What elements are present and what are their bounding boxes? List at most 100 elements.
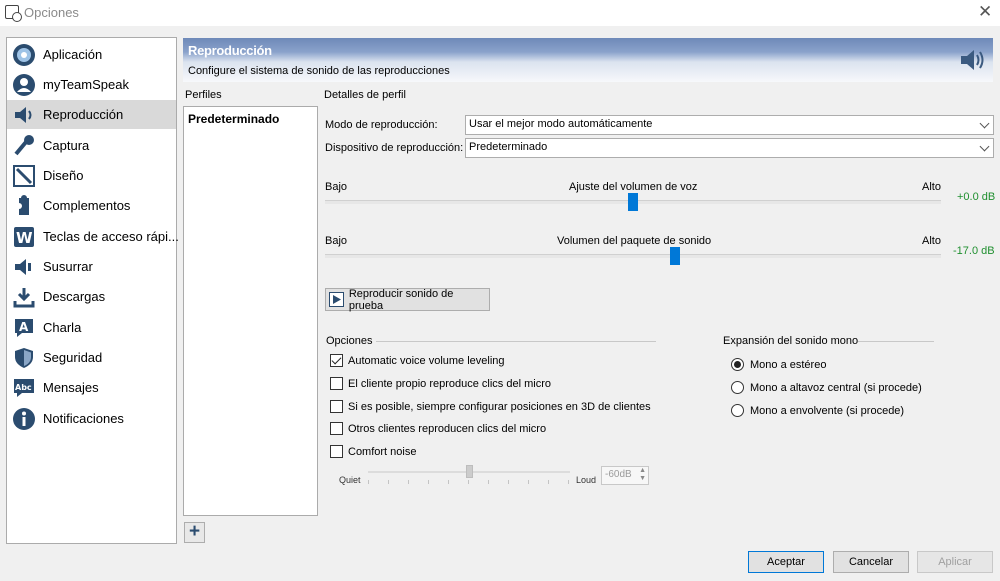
sidebar-item-label: Susurrar: [43, 259, 93, 274]
window-title: Opciones: [24, 5, 79, 20]
comfort-noise-spinbox[interactable]: -60dB ▲ ▼: [601, 466, 649, 485]
speaker-icon: [12, 103, 36, 127]
svg-text:W: W: [16, 229, 33, 247]
playback-device-select[interactable]: Predeterminado: [465, 138, 994, 158]
slider-tick: [488, 480, 489, 484]
mono-to-center-option[interactable]: Mono a altavoz central (si procede): [731, 381, 922, 394]
options-separator: [376, 341, 656, 342]
mono-to-stereo-option[interactable]: Mono a estéreo: [731, 358, 826, 371]
sidebar-item-label: Reproducción: [43, 107, 124, 122]
title-bar: Opciones ✕: [0, 0, 1000, 26]
sidebar-item-label: Captura: [43, 138, 90, 153]
speaker-icon: [961, 50, 984, 70]
sound-pack-volume-slider-handle[interactable]: [670, 247, 681, 265]
page-header: Reproducción Configure el sistema de son…: [183, 38, 993, 82]
shield-icon: [12, 346, 36, 370]
sound-pack-volume-slider[interactable]: [325, 254, 941, 258]
design-icon: [12, 164, 36, 188]
spinner-arrows-icon[interactable]: ▲ ▼: [639, 467, 646, 483]
playback-mode-select[interactable]: Usar el mejor modo automáticamente: [465, 115, 994, 135]
add-profile-button[interactable]: +: [184, 522, 205, 543]
playback-mode-label: Modo de reproducción:: [325, 119, 438, 131]
sidebar-item-complementos[interactable]: Complementos: [7, 191, 176, 220]
sidebar-item-reproduccion[interactable]: Reproducción: [7, 100, 176, 129]
checkbox[interactable]: [330, 354, 343, 367]
checkbox[interactable]: [330, 400, 343, 413]
sidebar-item-diseno[interactable]: Diseño: [7, 161, 176, 190]
option-3d-positions[interactable]: Si es posible, siempre configurar posici…: [330, 400, 651, 413]
checkbox[interactable]: [330, 445, 343, 458]
sidebar-item-label: Notificaciones: [43, 411, 124, 426]
noise-loud-label: Loud: [576, 475, 597, 485]
sidebar-item-seguridad[interactable]: Seguridad: [7, 343, 176, 372]
sidebar-item-captura[interactable]: Captura: [7, 131, 176, 160]
sidebar-item-aplicacion[interactable]: Aplicación: [7, 40, 176, 69]
sidebar-item-label: Complementos: [43, 198, 131, 213]
sidebar-item-charla[interactable]: A Charla: [7, 313, 176, 342]
chevron-down-icon: [979, 141, 990, 152]
sidebar-item-myteamspeak[interactable]: myTeamSpeak: [7, 70, 176, 99]
option-label: Comfort noise: [348, 445, 417, 458]
slider-tick: [408, 480, 409, 484]
app-settings-icon: [5, 5, 22, 22]
sidebar-item-descargas[interactable]: Descargas: [7, 282, 176, 311]
play-icon: [329, 292, 344, 307]
checkbox[interactable]: [330, 377, 343, 390]
sidebar-item-susurrar[interactable]: Susurrar: [7, 252, 176, 281]
puzzle-icon: [12, 194, 36, 218]
close-icon[interactable]: ✕: [978, 2, 992, 22]
comfort-noise-slider-handle[interactable]: [465, 465, 473, 478]
user-icon: [12, 73, 36, 97]
svg-text:Abc: Abc: [15, 383, 32, 392]
cancel-button[interactable]: Cancelar: [833, 551, 909, 573]
profile-details-label: Detalles de perfil: [324, 89, 406, 101]
sidebar-item-label: Teclas de acceso rápi...: [43, 229, 179, 244]
option-label: Mono a altavoz central (si procede): [750, 381, 922, 394]
mono-separator: [858, 341, 934, 342]
sidebar-item-mensajes[interactable]: Abc Mensajes: [7, 373, 176, 402]
sidebar-item-label: Descargas: [43, 289, 106, 304]
sidebar-item-notificaciones[interactable]: Notificaciones: [7, 404, 176, 433]
sound-pack-volume-value: -17.0 dB: [953, 245, 995, 257]
apply-button[interactable]: Aplicar: [917, 551, 993, 573]
option-other-mic-clicks[interactable]: Otros clientes reproducen clics del micr…: [330, 422, 546, 435]
profiles-label: Perfiles: [185, 89, 222, 101]
checkbox[interactable]: [330, 422, 343, 435]
slider-tick: [568, 480, 569, 484]
slider-tick: [448, 480, 449, 484]
sound-pack-volume-title: Volumen del paquete de sonido: [557, 235, 712, 247]
option-auto-volume-leveling[interactable]: Automatic voice volume leveling: [330, 354, 505, 367]
list-item[interactable]: Predeterminado: [184, 108, 317, 130]
microphone-icon: [12, 134, 36, 158]
option-own-mic-clicks[interactable]: El cliente propio reproduce clics del mi…: [330, 377, 551, 390]
radio-button[interactable]: [731, 404, 744, 417]
sidebar-item-teclas[interactable]: W Teclas de acceso rápi...: [7, 222, 179, 251]
sidebar-item-label: Seguridad: [43, 350, 103, 365]
comfort-noise-ticks: [368, 480, 570, 484]
mono-expansion-label: Expansión del sonido mono: [723, 335, 859, 347]
mono-to-surround-option[interactable]: Mono a envolvente (si procede): [731, 404, 904, 417]
profiles-list: Predeterminado: [183, 106, 318, 516]
radio-button[interactable]: [731, 381, 744, 394]
slider-tick: [508, 480, 509, 484]
radio-button[interactable]: [731, 358, 744, 371]
svg-text:A: A: [19, 320, 29, 334]
option-label: El cliente propio reproduce clics del mi…: [348, 377, 551, 390]
option-comfort-noise[interactable]: Comfort noise: [330, 445, 416, 458]
options-label: Opciones: [326, 335, 373, 347]
slider-tick: [548, 480, 549, 484]
accept-button[interactable]: Aceptar: [748, 551, 824, 573]
notifications-icon: [12, 407, 36, 431]
playback-device-label: Dispositivo de reproducción:: [325, 142, 464, 154]
play-test-sound-button[interactable]: Reproducir sonido de prueba: [325, 288, 490, 312]
application-icon: [12, 43, 36, 67]
voice-volume-slider-handle[interactable]: [628, 193, 638, 211]
voice-volume-high-label: Alto: [922, 181, 941, 193]
slider-tick: [528, 480, 529, 484]
whisper-icon: [12, 255, 36, 279]
playback-mode-value: Usar el mejor modo automáticamente: [469, 118, 653, 130]
slider-tick: [388, 480, 389, 484]
slider-tick: [468, 480, 469, 484]
sound-pack-high-label: Alto: [922, 235, 941, 247]
slider-tick: [428, 480, 429, 484]
